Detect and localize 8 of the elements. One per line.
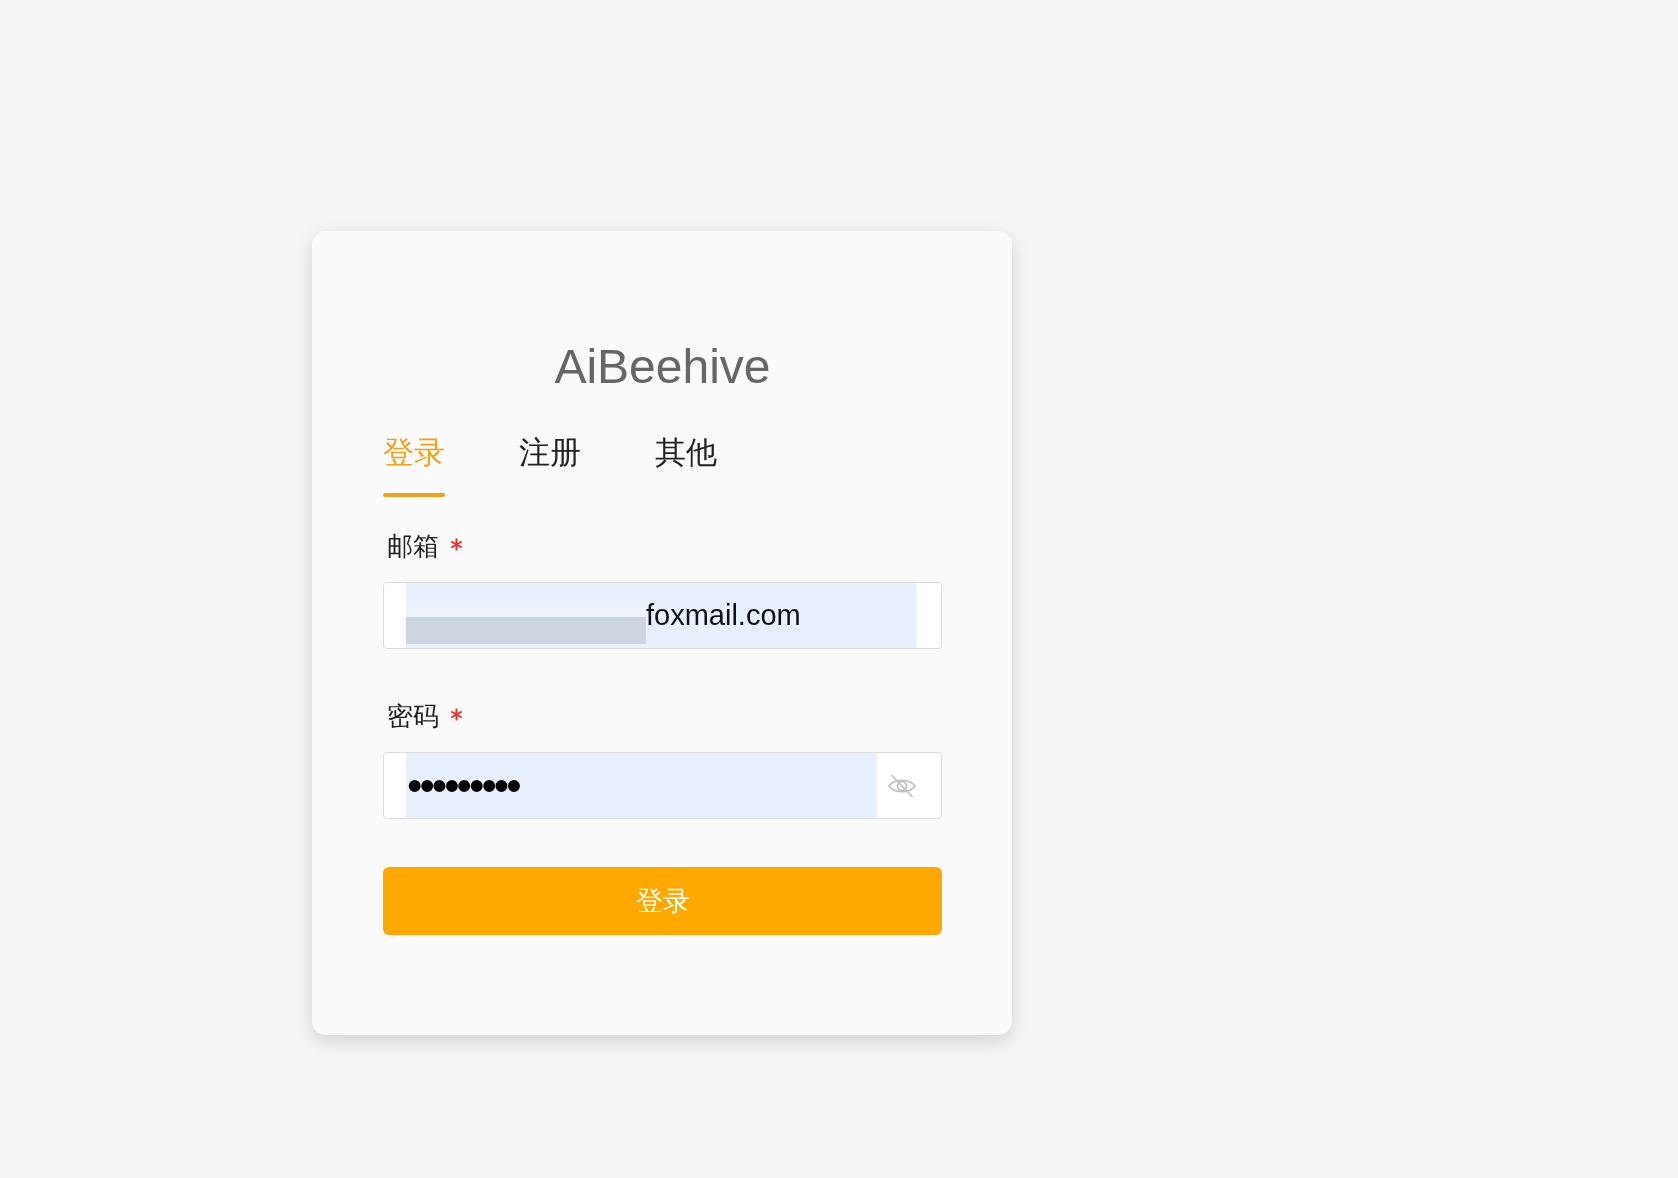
field-label: 邮箱 — [387, 530, 439, 563]
eye-slash-icon[interactable] — [887, 773, 917, 798]
email-field[interactable]: foxmail.com — [383, 582, 942, 649]
field-label: 密码 — [387, 700, 439, 733]
tab[interactable]: 注册 — [519, 433, 581, 497]
tab[interactable]: 其他 — [655, 433, 717, 497]
password-field[interactable]: ••••••••• — [383, 752, 942, 819]
app-title: AiBeehive — [553, 339, 772, 395]
